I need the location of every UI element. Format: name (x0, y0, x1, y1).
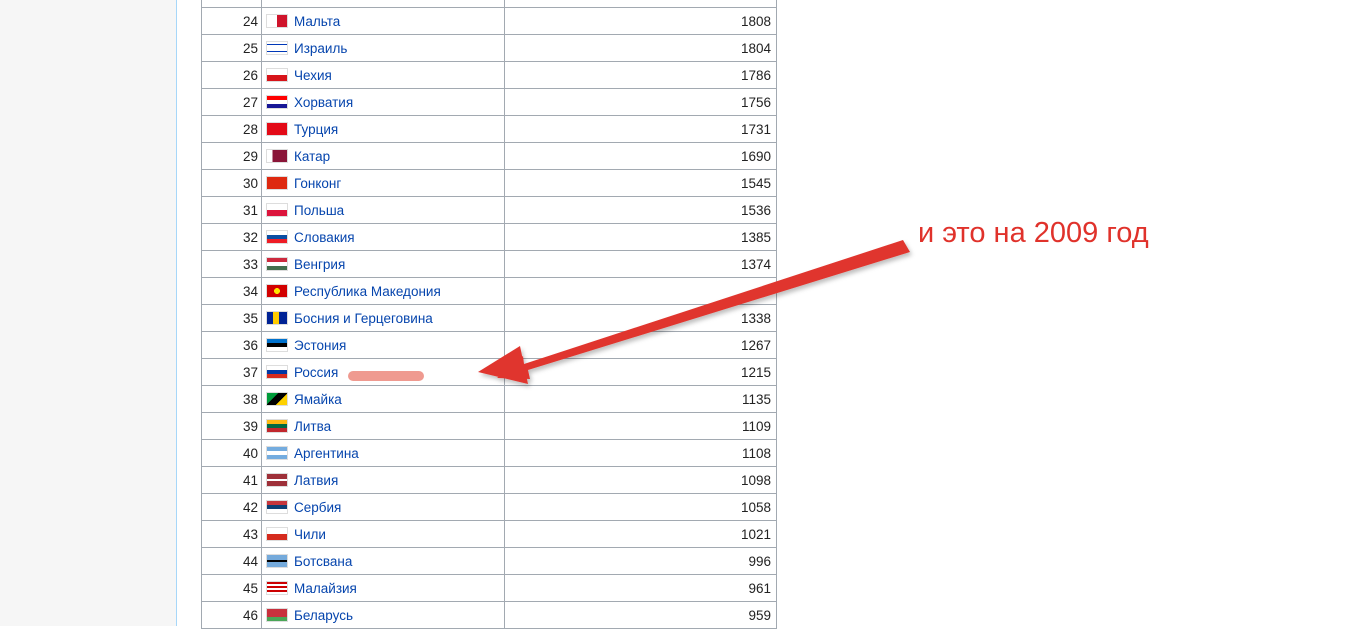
annotation-arrow-icon (478, 240, 910, 384)
annotation-text: и это на 2009 год (918, 217, 1149, 249)
